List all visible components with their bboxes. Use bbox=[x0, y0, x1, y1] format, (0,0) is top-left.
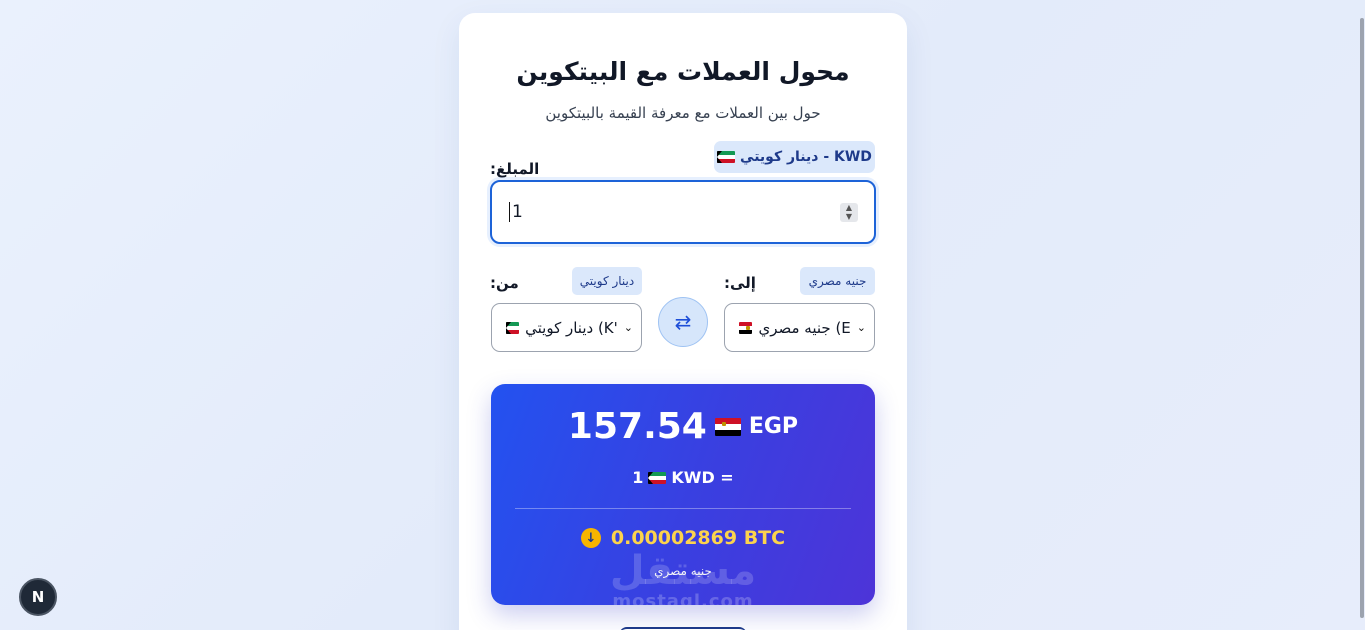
from-currency-chip: دينار كويتي bbox=[572, 267, 642, 295]
swap-arrows-icon: ⇄ bbox=[674, 310, 692, 334]
egypt-flag-icon bbox=[739, 321, 753, 334]
result-currency: EGP bbox=[748, 414, 799, 439]
from-currency-select[interactable]: دينار كويتي (K' ⌄ bbox=[491, 303, 642, 352]
to-currency-chip: جنيه مصري bbox=[800, 267, 875, 295]
converter-card: محول العملات مع البيتكوين حول بين العملا… bbox=[459, 13, 907, 630]
btc-note: جنيه مصري bbox=[654, 564, 712, 578]
kuwait-flag-icon bbox=[648, 471, 667, 484]
swap-button[interactable]: ⇄ bbox=[658, 297, 708, 347]
to-currency-select[interactable]: جنيه مصري (E ⌄ bbox=[724, 303, 875, 352]
result-equation: 1 KWD = bbox=[491, 468, 875, 487]
amount-label: :المبلغ bbox=[490, 160, 540, 178]
equation-currency: KWD = bbox=[671, 468, 734, 487]
from-select-value: دينار كويتي (K' bbox=[525, 318, 618, 337]
bitcoin-icon: ↓ bbox=[580, 528, 601, 548]
btc-row: ↓ 0.00002869 BTC bbox=[491, 527, 875, 549]
page-title: محول العملات مع البيتكوين bbox=[516, 57, 850, 86]
result-main: 157.54 EGP bbox=[491, 406, 875, 447]
amount-input[interactable]: 1 ▲ ▼ bbox=[490, 180, 876, 244]
kuwait-flag-icon bbox=[506, 321, 520, 334]
btc-value: 0.00002869 BTC bbox=[610, 527, 786, 549]
nextjs-badge[interactable]: N bbox=[19, 578, 57, 616]
from-label: :من bbox=[490, 274, 519, 292]
amount-input-value: 1 bbox=[509, 202, 523, 222]
result-divider bbox=[515, 508, 851, 509]
currency-chip-label: دينار كويتي - KWD bbox=[740, 149, 872, 165]
currency-chip: دينار كويتي - KWD bbox=[714, 141, 875, 173]
result-panel: 157.54 EGP 1 KWD = مستقل ↓ 0.00002869 BT… bbox=[491, 384, 875, 605]
equation-value: 1 bbox=[632, 468, 644, 487]
egypt-flag-icon bbox=[714, 417, 741, 436]
watermark-domain: mostaql.com bbox=[612, 591, 754, 605]
result-amount: 157.54 bbox=[567, 406, 707, 447]
amount-spinner[interactable]: ▲ ▼ bbox=[840, 203, 858, 222]
chevron-down-icon: ⌄ bbox=[623, 321, 633, 334]
page-scrollbar[interactable] bbox=[1360, 18, 1364, 618]
chevron-down-icon: ⌄ bbox=[856, 321, 866, 334]
kuwait-flag-icon bbox=[717, 151, 736, 163]
to-select-value: جنيه مصري (E bbox=[758, 318, 851, 337]
to-label: :إلى bbox=[724, 274, 756, 292]
page-subtitle: حول بين العملات مع معرفة القيمة بالبيتكو… bbox=[545, 104, 821, 122]
